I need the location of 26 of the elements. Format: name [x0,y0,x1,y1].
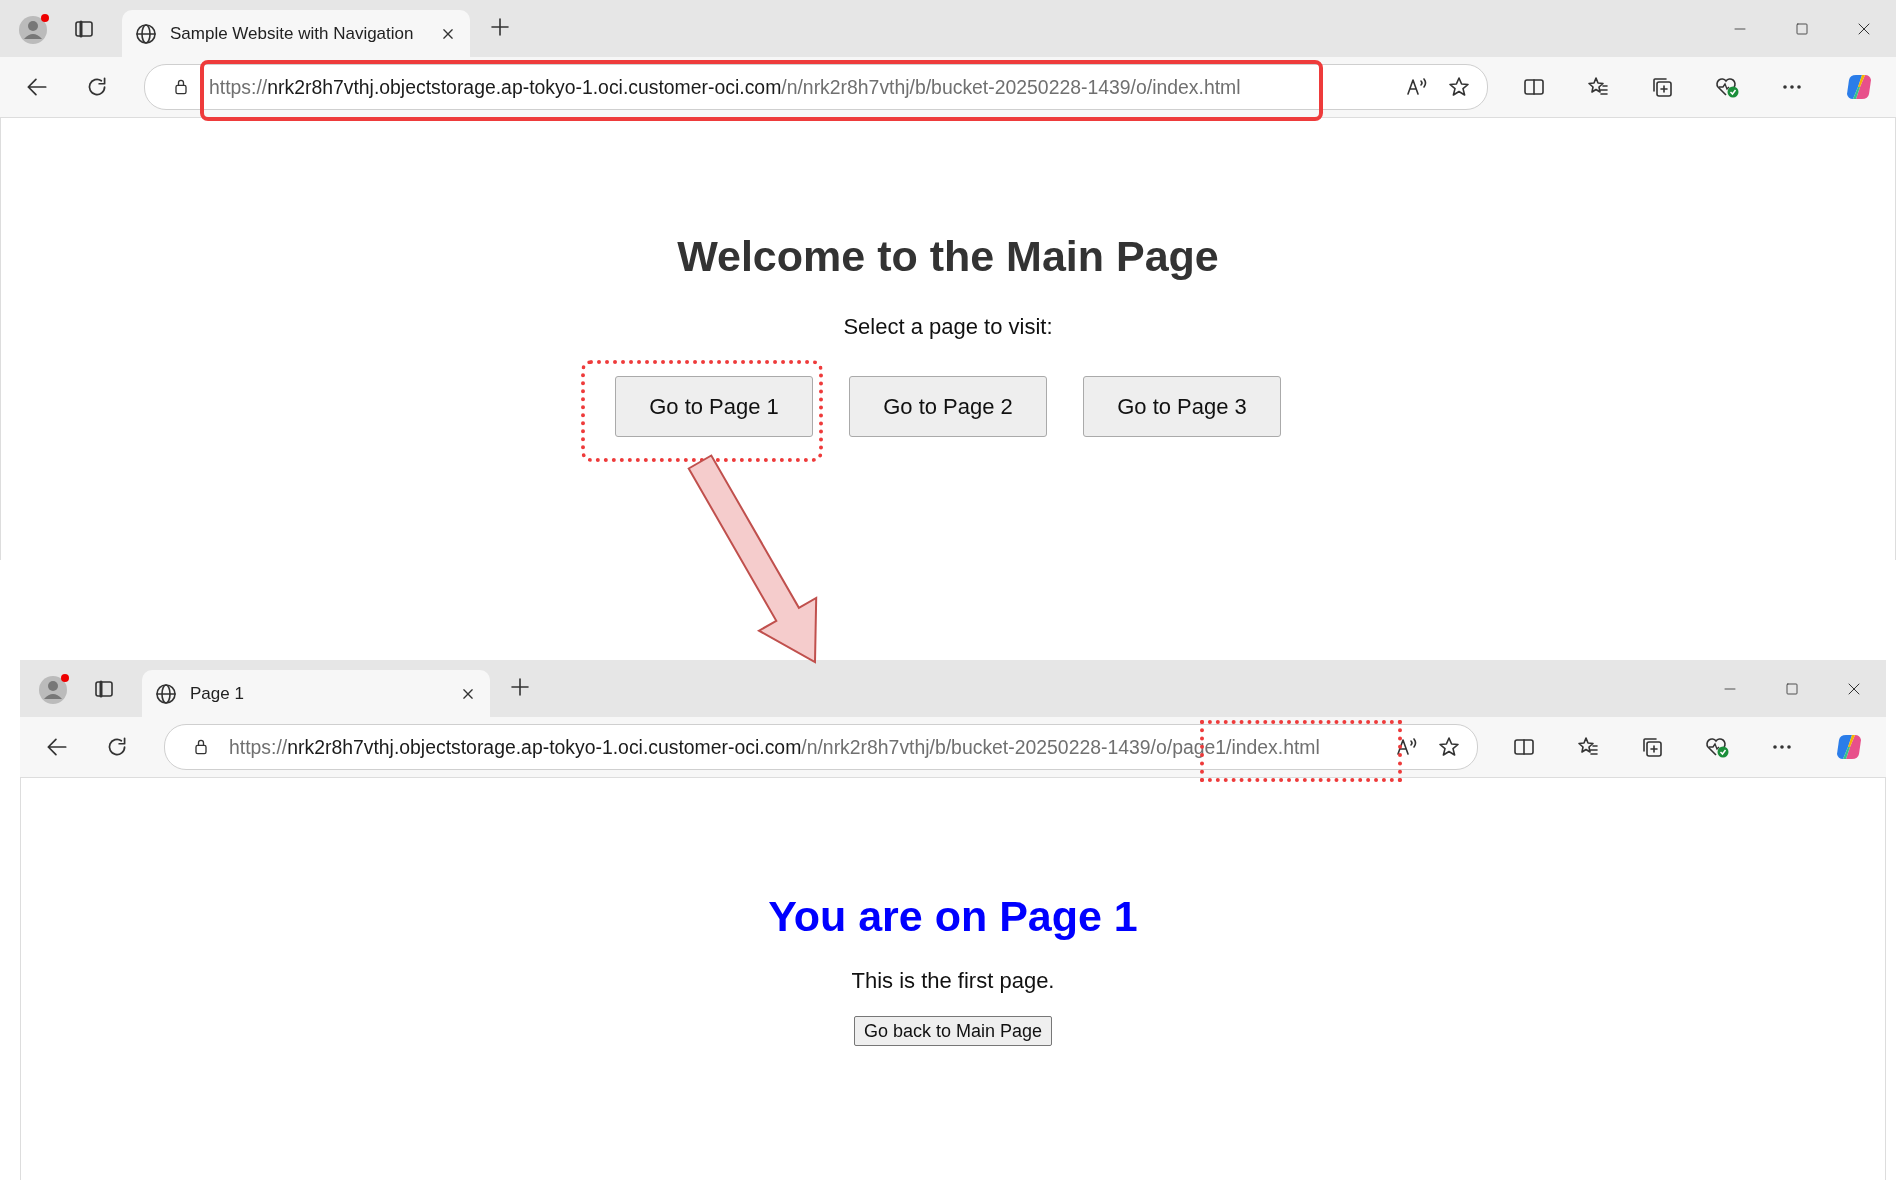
page-text: Select a page to visit: [843,314,1053,340]
star-icon[interactable] [1437,735,1461,759]
globe-icon[interactable] [134,21,158,46]
browser-tab[interactable]: Sample Website with Navigation [122,10,470,57]
collections-icon[interactable] [1640,735,1664,759]
page-heading: You are on Page 1 [768,891,1138,942]
profile-icon[interactable] [38,672,70,705]
profile-icon[interactable] [18,12,50,45]
globe-icon[interactable] [154,681,178,706]
copilot-logo-icon[interactable] [1844,72,1874,102]
browser-tab[interactable]: Page 1 [142,670,490,717]
page-heading: Welcome to the Main Page [677,231,1219,282]
star-icon[interactable] [1447,75,1471,99]
page-button[interactable]: Go back to Main Page [853,1016,1053,1046]
page-text: This is the first page. [851,968,1055,994]
page-button[interactable]: Go to Page 2 [849,376,1047,437]
address-bar[interactable]: https://nrk2r8h7vthj.objectstorage.ap-tokyo-1.oci.customer-oci.com/n/nrk2r8h7vthj/b/bucket-20250228-1439/o/index.html [144,64,1488,110]
page-button[interactable]: Go to Page 3 [1083,376,1281,437]
collections-icon[interactable] [1650,75,1674,99]
url-text: https://nrk2r8h7vthj.objectstorage.ap-tokyo-1.oci.customer-oci.com/n/nrk2r8h7vthj/b/bucket-20250228-1439/o/index.html [209,75,1242,99]
copilot-logo-icon[interactable] [1834,732,1864,762]
page-button[interactable]: Go to Page 1 [615,376,813,437]
heart-check-icon[interactable] [1704,735,1730,759]
address-bar[interactable]: https://nrk2r8h7vthj.objectstorage.ap-tokyo-1.oci.customer-oci.com/n/nrk2r8h7vthj/b/bucket-20250228-1439/o/page1/index.html [164,724,1478,770]
url-text: https://nrk2r8h7vthj.objectstorage.ap-tokyo-1.oci.customer-oci.com/n/nrk2r8h7vthj/b/bucket-20250228-1439/o/page1/index.html [229,735,1321,759]
heart-check-icon[interactable] [1714,75,1740,99]
